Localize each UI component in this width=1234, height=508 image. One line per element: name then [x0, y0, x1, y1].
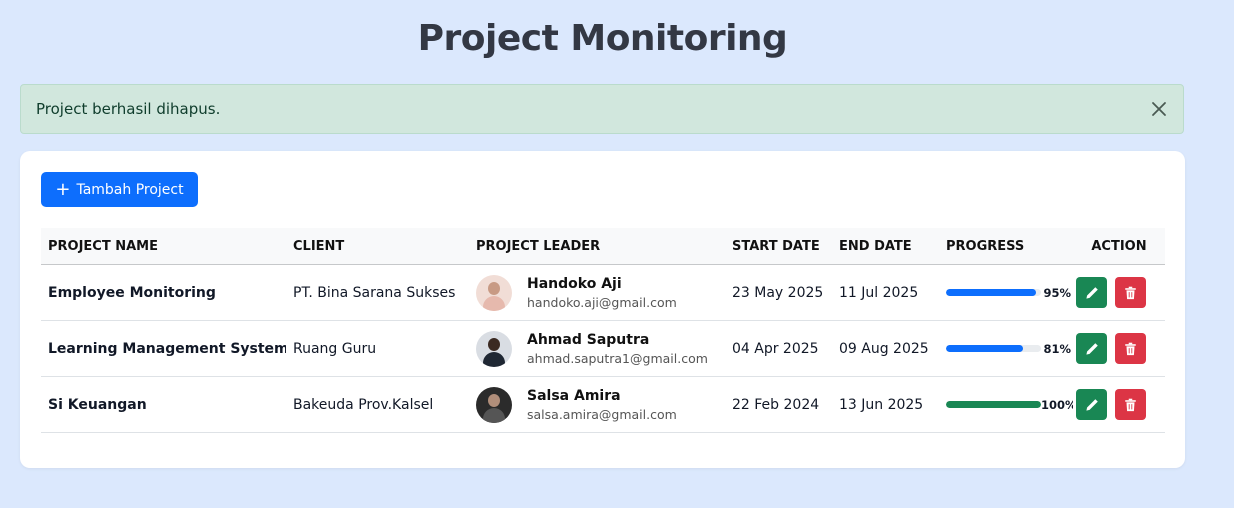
progress-cell: 100%: [939, 376, 1073, 433]
project-table: PROJECT NAME CLIENT PROJECT LEADER START…: [41, 228, 1165, 433]
project-card: + Tambah Project PROJECT NAME CLIENT PRO…: [20, 151, 1185, 468]
avatar: [476, 274, 512, 311]
table-header-row: PROJECT NAME CLIENT PROJECT LEADER START…: [41, 228, 1165, 265]
success-alert: Project berhasil dihapus.: [20, 84, 1184, 134]
start-date-cell: 23 May 2025: [725, 264, 832, 321]
project-name-cell: Si Keuangan: [41, 376, 286, 433]
header-end-date: END DATE: [832, 228, 939, 265]
delete-button[interactable]: [1115, 389, 1146, 420]
client-cell: PT. Bina Sarana Sukses: [286, 264, 469, 321]
header-project-name: PROJECT NAME: [41, 228, 286, 265]
close-icon[interactable]: [1147, 97, 1171, 121]
header-start-date: START DATE: [725, 228, 832, 265]
trash-icon: [1125, 398, 1136, 411]
add-project-button[interactable]: + Tambah Project: [41, 172, 198, 207]
leader-name: Handoko Aji: [527, 275, 622, 292]
plus-icon: +: [55, 178, 71, 200]
leader-email: ahmad.saputra1@gmail.com: [527, 350, 708, 366]
progress-label: 95%: [1043, 285, 1071, 300]
edit-button[interactable]: [1076, 277, 1107, 308]
header-project-leader: PROJECT LEADER: [469, 228, 725, 265]
pencil-icon: [1085, 398, 1098, 411]
progress-bar: [946, 345, 1041, 352]
action-cell: [1073, 320, 1165, 377]
leader-name: Ahmad Saputra: [527, 331, 650, 348]
pencil-icon: [1085, 286, 1098, 299]
leader-cell: Handoko Aji handoko.aji@gmail.com: [469, 264, 725, 321]
table-row: Si Keuangan Bakeuda Prov.Kalsel Salsa Am…: [41, 376, 1165, 433]
leader-cell: Ahmad Saputra ahmad.saputra1@gmail.com: [469, 320, 725, 377]
leader-name: Salsa Amira: [527, 387, 621, 404]
leader-email: handoko.aji@gmail.com: [527, 294, 677, 310]
delete-button[interactable]: [1115, 333, 1146, 364]
project-name-cell: Employee Monitoring: [41, 264, 286, 321]
header-client: CLIENT: [286, 228, 469, 265]
start-date-cell: 04 Apr 2025: [725, 320, 832, 377]
end-date-cell: 13 Jun 2025: [832, 376, 939, 433]
edit-button[interactable]: [1076, 333, 1107, 364]
leader-cell: Salsa Amira salsa.amira@gmail.com: [469, 376, 725, 433]
edit-button[interactable]: [1076, 389, 1107, 420]
project-name-cell: Learning Management System: [41, 320, 286, 377]
client-cell: Bakeuda Prov.Kalsel: [286, 376, 469, 433]
progress-fill: [946, 289, 1037, 296]
header-progress: PROGRESS: [939, 228, 1073, 265]
alert-message: Project berhasil dihapus.: [36, 100, 221, 118]
start-date-cell: 22 Feb 2024: [725, 376, 832, 433]
progress-bar: [946, 401, 1041, 408]
avatar: [476, 330, 512, 367]
end-date-cell: 11 Jul 2025: [832, 264, 939, 321]
delete-button[interactable]: [1115, 277, 1146, 308]
progress-fill: [946, 401, 1041, 408]
add-project-label: Tambah Project: [76, 181, 184, 198]
table-row: Employee Monitoring PT. Bina Sarana Suks…: [41, 264, 1165, 321]
progress-bar: [946, 289, 1041, 296]
end-date-cell: 09 Aug 2025: [832, 320, 939, 377]
progress-cell: 95%: [939, 264, 1073, 321]
header-action: ACTION: [1073, 228, 1165, 265]
progress-label: 81%: [1043, 341, 1071, 356]
trash-icon: [1125, 342, 1136, 355]
progress-fill: [946, 345, 1023, 352]
avatar: [476, 386, 512, 423]
action-cell: [1073, 376, 1165, 433]
trash-icon: [1125, 286, 1136, 299]
leader-email: salsa.amira@gmail.com: [527, 406, 677, 422]
page-title: Project Monitoring: [417, 18, 788, 59]
progress-label: 100%: [1041, 397, 1073, 412]
action-cell: [1073, 264, 1165, 321]
table-row: Learning Management System Ruang Guru Ah…: [41, 320, 1165, 377]
pencil-icon: [1085, 342, 1098, 355]
client-cell: Ruang Guru: [286, 320, 469, 377]
progress-cell: 81%: [939, 320, 1073, 377]
